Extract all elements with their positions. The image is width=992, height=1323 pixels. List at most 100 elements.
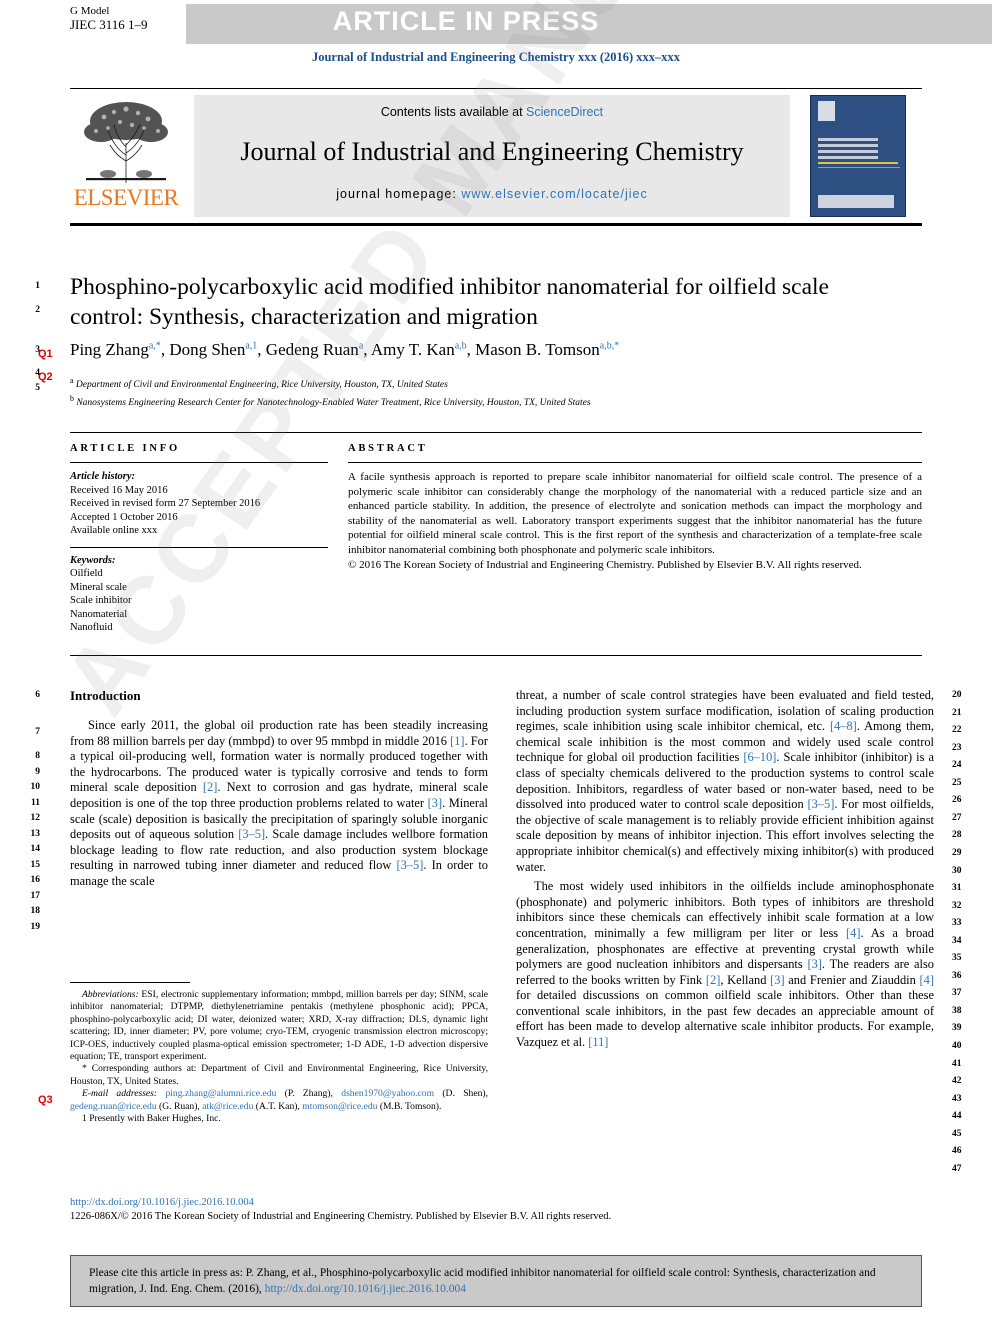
present-address-note: 1 Presently with Baker Hughes, Inc.: [82, 1113, 221, 1125]
citation-ref[interactable]: [3]: [770, 973, 784, 987]
bottom-doi-block: http://dx.doi.org/10.1016/j.jiec.2016.10…: [70, 1196, 770, 1224]
citation-ref[interactable]: [3]: [807, 957, 821, 971]
line-number: 12: [30, 813, 41, 823]
line-number: 10: [30, 782, 41, 792]
sciencedirect-link[interactable]: ScienceDirect: [526, 105, 603, 119]
line-number: 32: [952, 900, 962, 911]
info-divider-mid: [70, 546, 328, 548]
abstract-body: A facile synthesis approach is reported …: [348, 471, 922, 556]
line-number: 4: [35, 368, 40, 378]
elsevier-wordmark: ELSEVIER: [73, 185, 179, 210]
email-link[interactable]: atk@rice.edu: [202, 1101, 253, 1112]
cover-title-lines: [818, 138, 878, 162]
contents-lists-line: Contents lists available at ScienceDirec…: [194, 105, 790, 119]
line-number: 25: [952, 777, 962, 788]
abbreviations-note: Abbreviations: ESI, electronic supplemen…: [70, 989, 488, 1063]
citation-ref[interactable]: [11]: [588, 1035, 608, 1049]
email-owner: (P. Zhang),: [276, 1088, 333, 1100]
line-number: 23: [952, 742, 962, 753]
doi-link[interactable]: http://dx.doi.org/10.1016/j.jiec.2016.10…: [70, 1197, 254, 1208]
line-number: 27: [952, 812, 962, 823]
paragraph-right-1: threat, a number of scale control strate…: [516, 688, 934, 875]
line-number: 24: [952, 760, 962, 771]
email-link[interactable]: ping.zhang@alumni.rice.edu: [165, 1088, 276, 1099]
line-number: 37: [952, 988, 962, 999]
citation-ref[interactable]: [6–10]: [743, 750, 776, 764]
para-text: for detailed discussions on common oilfi…: [516, 988, 934, 1050]
affiliation-b-text: Nanosystems Engineering Research Center …: [76, 398, 591, 409]
line-number: 39: [952, 1023, 962, 1034]
line-number: 17: [30, 891, 41, 901]
email-owner: (M.B. Tomson).: [377, 1100, 442, 1112]
affiliation-a-text: Department of Civil and Environmental En…: [75, 380, 448, 391]
email-link[interactable]: gedeng.ruan@rice.edu: [70, 1101, 157, 1112]
citation-ref[interactable]: [4]: [846, 926, 860, 940]
issn-copyright-line: 1226-086X/© 2016 The Korean Society of I…: [70, 1211, 612, 1222]
citation-ref[interactable]: [3]: [428, 796, 442, 810]
article-history-label: Article history:: [70, 471, 136, 482]
article-info-heading-text: ARTICLE INFO: [70, 443, 180, 454]
line-number: 9: [35, 767, 40, 777]
article-info-heading: ARTICLE INFO: [70, 443, 328, 454]
cover-footer-block: [818, 195, 894, 208]
history-item: Received in revised form 27 September 20…: [70, 498, 261, 509]
line-number: 15: [30, 860, 41, 870]
cover-logo-box: [818, 101, 835, 121]
line-number: 29: [952, 847, 962, 858]
affiliation-b: b Nanosystems Engineering Research Cente…: [70, 394, 591, 409]
keywords-block: Keywords: Oilfield Mineral scale Scale i…: [70, 554, 328, 635]
citation-ref[interactable]: [3–5]: [808, 797, 835, 811]
line-number: 30: [952, 865, 962, 876]
keyword-item: Nanomaterial: [70, 608, 128, 620]
line-number: 11: [31, 798, 40, 808]
cite-text-body: Please cite this article in press as: P.…: [89, 1267, 876, 1295]
citation-ref[interactable]: [2]: [203, 780, 217, 794]
para-text: Since early 2011, the global oil product…: [70, 718, 488, 748]
line-number: 6: [35, 690, 40, 700]
line-number: 31: [952, 883, 962, 894]
line-number: 8: [35, 751, 40, 761]
line-number: 1: [35, 281, 40, 291]
keyword-item: Nanofluid: [70, 622, 113, 633]
journal-reference-line: Journal of Industrial and Engineering Ch…: [311, 50, 681, 64]
footnote-block: Abbreviations: ESI, electronic supplemen…: [70, 982, 488, 1125]
paragraph-right-2: The most widely used inhibitors in the o…: [516, 879, 934, 1051]
line-number: 22: [952, 725, 962, 736]
line-number: 2: [35, 305, 40, 315]
keyword-item: Oilfield: [70, 568, 103, 579]
journal-title: Journal of Industrial and Engineering Ch…: [240, 137, 744, 166]
page-title: Phosphino-polycarboxylic acid modified i…: [70, 274, 829, 330]
line-number: 38: [952, 1005, 962, 1016]
abstract-divider: [348, 462, 922, 463]
author-list: Ping Zhanga,*, Dong Shena,1, Gedeng Ruan…: [70, 340, 620, 359]
citation-ref[interactable]: [2]: [706, 973, 720, 987]
citation-ref[interactable]: [3–5]: [396, 858, 423, 872]
email-link[interactable]: mtomson@rice.edu: [302, 1101, 377, 1112]
query-tag-q3[interactable]: Q3: [38, 1094, 53, 1106]
email-link[interactable]: dshen1970@yahoo.com: [341, 1088, 434, 1099]
citation-ref[interactable]: [4]: [920, 973, 934, 987]
article-id-label: JIEC 3116 1–9: [70, 17, 148, 32]
journal-cover-thumbnail: [810, 95, 906, 217]
journal-masthead: ELSEVIER Contents lists available at Sci…: [70, 88, 922, 226]
line-number: 35: [952, 953, 962, 964]
info-divider-top: [70, 462, 328, 463]
history-item: Available online xxx: [70, 525, 158, 536]
line-number: 26: [952, 795, 962, 806]
cite-doi-link[interactable]: http://dx.doi.org/10.1016/j.jiec.2016.10…: [265, 1283, 466, 1295]
citation-ref[interactable]: [4–8]: [830, 719, 857, 733]
line-number: 5: [35, 383, 40, 393]
para-text: , Kelland: [720, 972, 771, 987]
article-in-press-band: ARTICLE IN PRESS: [0, 4, 992, 44]
homepage-prefix: journal homepage:: [336, 187, 462, 201]
citation-ref[interactable]: [3–5]: [238, 827, 265, 841]
query-tag-q1[interactable]: Q1: [38, 348, 53, 360]
g-model-block: G Model JIEC 3116 1–9: [70, 4, 148, 32]
line-number: 7: [35, 727, 40, 737]
line-number: 14: [30, 844, 41, 854]
query-tag-q2[interactable]: Q2: [38, 371, 53, 383]
journal-homepage-link[interactable]: www.elsevier.com/locate/jiec: [461, 187, 647, 201]
citation-ref[interactable]: [1]: [450, 734, 464, 748]
article-info-column: ARTICLE INFO Article history: Received 1…: [70, 443, 328, 635]
line-number: 33: [952, 918, 962, 929]
